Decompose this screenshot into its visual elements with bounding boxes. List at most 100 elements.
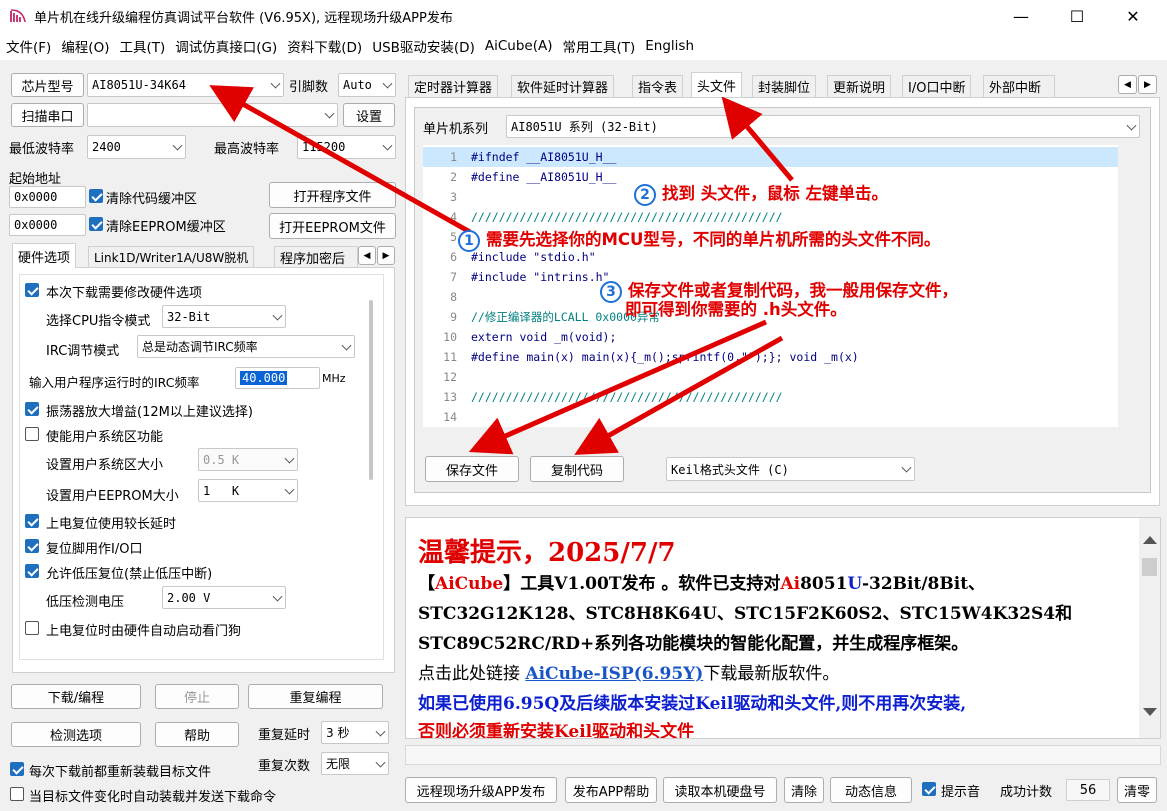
irc-freq-input[interactable]: 40.000 — [235, 367, 320, 389]
max-baud-select[interactable]: 115200 — [297, 135, 396, 159]
scan-port-button[interactable]: 扫描串口 — [11, 103, 84, 127]
notice-text: 【 — [418, 574, 435, 594]
tab-package-pins[interactable]: 封装脚位 — [752, 75, 817, 97]
code-line: 13 //////////////////////////////////////… — [423, 387, 1118, 407]
repeat-program-button[interactable]: 重复编程 — [248, 684, 383, 709]
eeprom-address-input[interactable]: 0x0000 — [9, 214, 86, 236]
chip-model-select[interactable]: AI8051U-34K64 — [87, 73, 284, 97]
annotation-step-1: 1 需要先选择你的MCU型号，不同的单片机所需的头文件不同。 — [458, 226, 940, 252]
tab-scroll-left-icon[interactable]: ◀ — [358, 246, 376, 265]
tab-scroll-right-icon[interactable]: ▶ — [377, 246, 395, 265]
tab-io-interrupt[interactable]: I/O口中断 — [902, 75, 972, 97]
tab-timer-calculator[interactable]: 定时器计算器 — [408, 75, 499, 97]
auto-send-checkbox[interactable] — [10, 787, 24, 801]
save-file-button[interactable]: 保存文件 — [425, 456, 519, 482]
clear-eeprom-checkbox[interactable] — [89, 217, 103, 231]
user-system-size-select[interactable]: 0.5 K — [198, 448, 298, 471]
code-address-input[interactable]: 0x0000 — [9, 186, 86, 208]
scroll-thumb[interactable] — [1142, 558, 1157, 576]
irc-freq-label: 输入用户程序运行时的IRC频率 — [29, 375, 200, 390]
check-options-button[interactable]: 检测选项 — [11, 722, 141, 747]
beep-checkbox[interactable] — [922, 782, 936, 796]
app-logo-icon — [9, 8, 27, 24]
menu-aicube[interactable]: AiCube(A) — [481, 38, 557, 54]
copy-code-button[interactable]: 复制代码 — [530, 456, 624, 482]
chip-model-button[interactable]: 芯片型号 — [11, 73, 84, 97]
menu-common-tools[interactable]: 常用工具(T) — [558, 36, 639, 56]
menu-file[interactable]: 文件(F) — [2, 36, 55, 56]
minimize-button[interactable]: — — [998, 0, 1044, 32]
remote-upgrade-button[interactable]: 远程现场升级APP发布 — [405, 777, 557, 803]
tab-update-notes[interactable]: 更新说明 — [827, 75, 892, 97]
code-line: 12 — [423, 367, 1118, 387]
step-number-icon: 1 — [458, 230, 480, 252]
scroll-down-icon[interactable] — [1143, 708, 1157, 716]
options-scrollbar[interactable] — [369, 300, 373, 480]
mcu-series-select[interactable]: AI8051U 系列 (32-Bit) — [506, 115, 1140, 138]
user-eeprom-select[interactable]: 1 K — [198, 479, 298, 502]
repeat-count-select[interactable]: 无限 — [321, 752, 389, 775]
maximize-button[interactable]: ☐ — [1054, 0, 1100, 32]
watchdog-checkbox[interactable] — [25, 621, 39, 635]
tab-offline[interactable]: Link1D/Writer1A/U8W脱机 — [88, 246, 255, 268]
menu-usb-driver[interactable]: USB驱动安装(D) — [368, 36, 479, 56]
download-link[interactable]: AiCube-ISP(6.95Y) — [525, 664, 703, 684]
menu-english[interactable]: English — [641, 38, 698, 54]
menu-download[interactable]: 资料下载(D) — [283, 36, 366, 56]
read-disk-button[interactable]: 读取本机硬盘号 — [663, 777, 777, 803]
close-button[interactable]: ✕ — [1110, 0, 1156, 32]
reset-count-button[interactable]: 清零 — [1117, 777, 1157, 803]
tab-delay-calculator[interactable]: 软件延时计算器 — [511, 75, 615, 97]
pin-count-value: Auto — [343, 78, 372, 92]
open-eeprom-button[interactable]: 打开EEPROM文件 — [269, 213, 396, 239]
menu-debug[interactable]: 调试仿真接口(G) — [171, 36, 281, 56]
modify-hw-checkbox[interactable] — [25, 283, 39, 297]
watchdog-label: 上电复位时由硬件自动启动看门狗 — [46, 624, 242, 639]
repeat-delay-select[interactable]: 3 秒 — [321, 721, 389, 744]
reset-io-checkbox[interactable] — [25, 539, 39, 553]
app-help-button[interactable]: 发布APP帮助 — [565, 777, 657, 803]
download-program-button[interactable]: 下载/编程 — [11, 684, 141, 709]
pin-count-select[interactable]: Auto — [338, 73, 396, 97]
scroll-up-icon[interactable] — [1143, 536, 1157, 544]
tab-instruction-table[interactable]: 指令表 — [632, 75, 684, 97]
low-voltage-reset-checkbox[interactable] — [25, 564, 39, 578]
tab-header-file[interactable]: 头文件 — [691, 72, 743, 97]
osc-gain-checkbox[interactable] — [25, 402, 39, 416]
chevron-down-icon — [272, 310, 283, 321]
notice-scrollbar[interactable] — [1139, 518, 1160, 738]
chevron-down-icon — [1126, 120, 1137, 131]
min-baud-select[interactable]: 2400 — [87, 135, 186, 159]
line-number: 10 — [443, 330, 457, 344]
user-system-checkbox[interactable] — [25, 427, 39, 441]
port-select[interactable] — [87, 103, 338, 127]
help-button[interactable]: 帮助 — [155, 722, 239, 747]
reload-checkbox[interactable] — [10, 762, 24, 776]
beep-label: 提示音 — [941, 785, 981, 800]
tab-encrypt[interactable]: 程序加密后 — [274, 246, 358, 268]
tab-scroll-right-icon[interactable]: ▶ — [1138, 75, 1157, 94]
lvd-select[interactable]: 2.00 V — [162, 586, 286, 609]
open-program-button[interactable]: 打开程序文件 — [269, 182, 396, 208]
modify-hw-label: 本次下载需要修改硬件选项 — [46, 286, 203, 301]
clear-code-checkbox[interactable] — [89, 189, 103, 203]
line-number: 6 — [450, 250, 457, 264]
long-delay-checkbox[interactable] — [25, 514, 39, 528]
tab-external-interrupt[interactable]: 外部中断 — [983, 75, 1055, 97]
tab-hardware-options[interactable]: 硬件选项 — [12, 243, 77, 268]
chevron-down-icon — [284, 484, 295, 495]
pin-count-label: 引脚数 — [289, 80, 329, 95]
tab-scroll-left-icon[interactable]: ◀ — [1118, 75, 1137, 94]
header-format-select[interactable]: Keil格式头文件 (C) — [666, 457, 915, 481]
stop-button[interactable]: 停止 — [155, 684, 239, 709]
max-baud-value: 115200 — [302, 140, 346, 154]
irc-mode-select[interactable]: 总是动态调节IRC频率 — [137, 335, 355, 358]
menu-program[interactable]: 编程(O) — [57, 36, 113, 56]
irc-freq-value: 40.000 — [240, 371, 288, 385]
port-settings-button[interactable]: 设置 — [343, 103, 395, 127]
menu-tools[interactable]: 工具(T) — [115, 36, 169, 56]
user-system-label: 使能用户系统区功能 — [46, 430, 164, 445]
clear-button[interactable]: 清除 — [784, 777, 824, 803]
cpu-mode-select[interactable]: 32-Bit — [162, 305, 286, 328]
dynamic-info-button[interactable]: 动态信息 — [830, 777, 912, 803]
